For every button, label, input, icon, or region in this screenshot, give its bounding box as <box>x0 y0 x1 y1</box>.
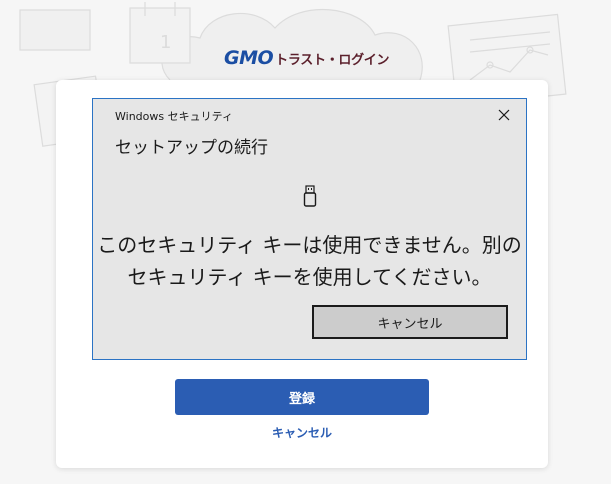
usb-key-icon <box>303 185 317 207</box>
brand-logo-name: トラスト・ログイン <box>275 52 390 68</box>
dialog-cancel-button[interactable]: キャンセル <box>312 305 508 339</box>
register-button[interactable]: 登録 <box>175 379 429 415</box>
svg-text:1: 1 <box>160 32 171 53</box>
brand-logo-gmo: GMO <box>224 47 274 69</box>
dialog-window-title: Windows セキュリティ <box>115 110 233 123</box>
cancel-link[interactable]: キャンセル <box>175 424 429 441</box>
dialog-message: このセキュリティ キーは使用できません。別の セキュリティ キーを使用してくださ… <box>93 229 526 293</box>
dialog-message-line-2: セキュリティ キーを使用してください。 <box>127 265 492 289</box>
brand-logo: GMO トラスト・ログイン <box>224 46 390 70</box>
close-icon[interactable] <box>494 105 514 125</box>
dialog-heading: セットアップの続行 <box>115 138 268 158</box>
windows-security-dialog: Windows セキュリティ セットアップの続行 このセキュリティ キーは使用で… <box>92 98 527 360</box>
dialog-message-line-1: このセキュリティ キーは使用できません。別の <box>97 233 522 257</box>
